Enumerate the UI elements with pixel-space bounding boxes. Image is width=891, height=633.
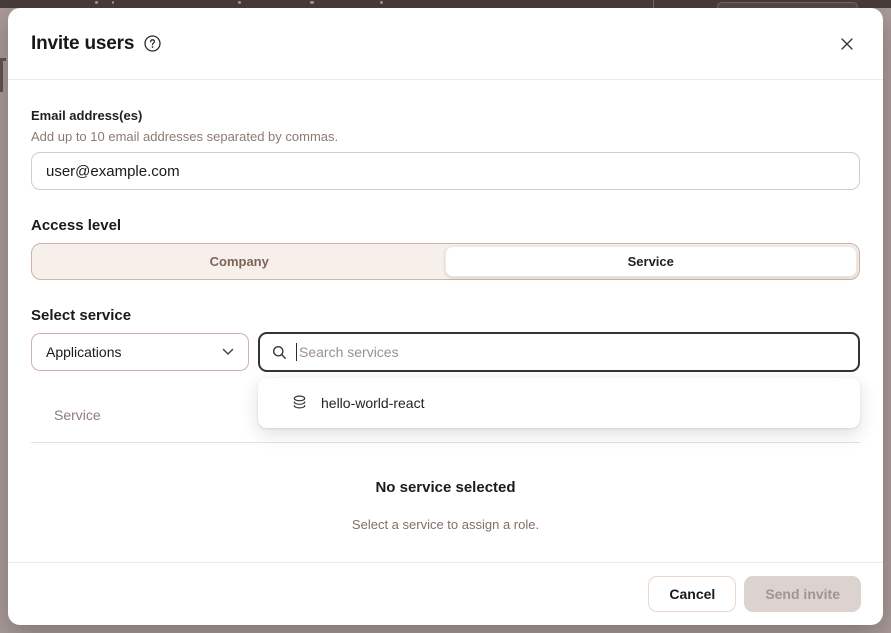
email-hint: Add up to 10 email addresses separated b… [31, 129, 860, 144]
list-item-service[interactable]: hello-world-react [258, 378, 860, 428]
dialog-title: Invite users [31, 33, 134, 55]
service-type-dropdown[interactable]: Applications [31, 333, 249, 371]
empty-state-subtitle: Select a service to assign a role. [31, 517, 860, 532]
close-icon[interactable] [833, 30, 861, 58]
email-field[interactable] [31, 152, 860, 190]
empty-state-title: No service selected [31, 479, 860, 496]
navbar-text-fragment [112, 1, 114, 4]
help-icon[interactable] [144, 35, 161, 52]
segment-service[interactable]: Service [445, 246, 858, 277]
navbar-text-fragment [238, 1, 241, 4]
search-icon [272, 345, 287, 360]
background-page-fragment [0, 58, 3, 92]
segment-company[interactable]: Company [34, 246, 445, 277]
navbar-text-fragment [95, 1, 98, 4]
background-navbar [0, 0, 891, 8]
invite-users-dialog: Invite users Email address(es) Add up to… [8, 8, 883, 625]
search-results-dropdown: hello-world-react [258, 378, 860, 428]
service-search-box[interactable] [258, 332, 860, 372]
divider [31, 442, 860, 443]
dialog-footer: Cancel Send invite [8, 562, 883, 625]
service-name: hello-world-react [321, 395, 424, 411]
navbar-text-fragment [380, 1, 383, 4]
chevron-down-icon [222, 348, 234, 356]
send-invite-button[interactable]: Send invite [744, 576, 861, 612]
stack-icon [292, 395, 307, 411]
access-level-toggle: Company Service [31, 243, 860, 280]
navbar-button-fragment [653, 0, 654, 8]
search-input[interactable] [297, 334, 848, 370]
background-page-fragment [0, 58, 6, 61]
dialog-header: Invite users [8, 8, 883, 80]
cancel-button[interactable]: Cancel [648, 576, 736, 612]
service-type-value: Applications [46, 344, 122, 360]
email-label: Email address(es) [31, 108, 860, 123]
access-level-label: Access level [31, 217, 860, 234]
navbar-text-fragment [310, 1, 314, 4]
select-service-label: Select service [31, 307, 860, 324]
dialog-body: Email address(es) Add up to 10 email add… [8, 80, 883, 562]
service-picker-row: Applications [31, 332, 860, 372]
